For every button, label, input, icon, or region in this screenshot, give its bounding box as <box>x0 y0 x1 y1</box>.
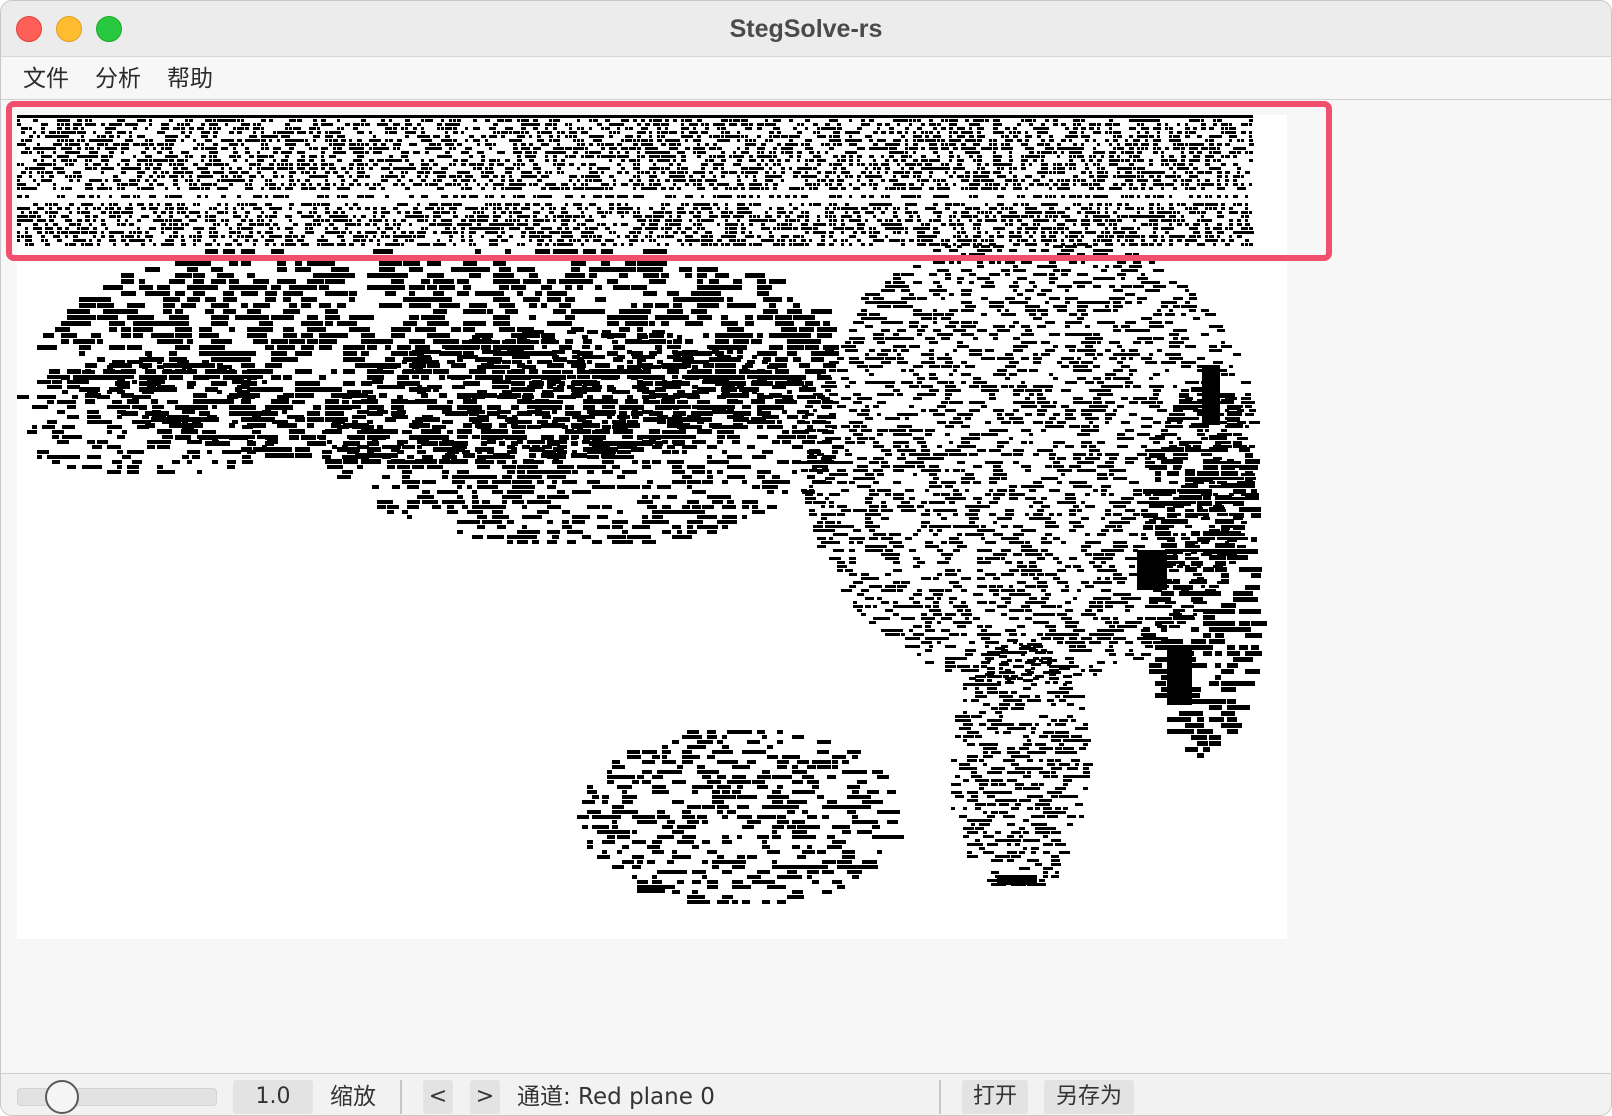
bottom-toolbar: 1.0 缩放 < > 通道: Red plane 0 打开 另存为 <box>1 1073 1611 1115</box>
open-button[interactable]: 打开 <box>962 1080 1028 1114</box>
toolbar-divider <box>400 1080 402 1114</box>
menu-help[interactable]: 帮助 <box>165 62 215 96</box>
prev-channel-button[interactable]: < <box>423 1080 453 1114</box>
next-channel-button[interactable]: > <box>470 1080 500 1114</box>
channel-status: 通道: Red plane 0 <box>517 1084 715 1110</box>
window-title: StegSolve-rs <box>729 15 883 43</box>
save-as-button[interactable]: 另存为 <box>1044 1080 1134 1114</box>
bit-plane-image <box>17 115 1267 904</box>
title-bar: StegSolve-rs <box>1 1 1611 57</box>
app-window: StegSolve-rs 文件 分析 帮助 1.0 缩放 < > 通道: Red… <box>0 0 1612 1116</box>
menu-file[interactable]: 文件 <box>21 62 71 96</box>
image-canvas[interactable] <box>17 115 1287 939</box>
zoom-slider-knob[interactable] <box>45 1080 79 1114</box>
zoom-label: 缩放 <box>330 1084 376 1110</box>
menu-bar: 文件 分析 帮助 <box>1 58 1611 100</box>
menu-analyze[interactable]: 分析 <box>93 62 143 96</box>
zoom-value-field[interactable]: 1.0 <box>233 1080 313 1114</box>
toolbar-divider <box>939 1080 941 1114</box>
